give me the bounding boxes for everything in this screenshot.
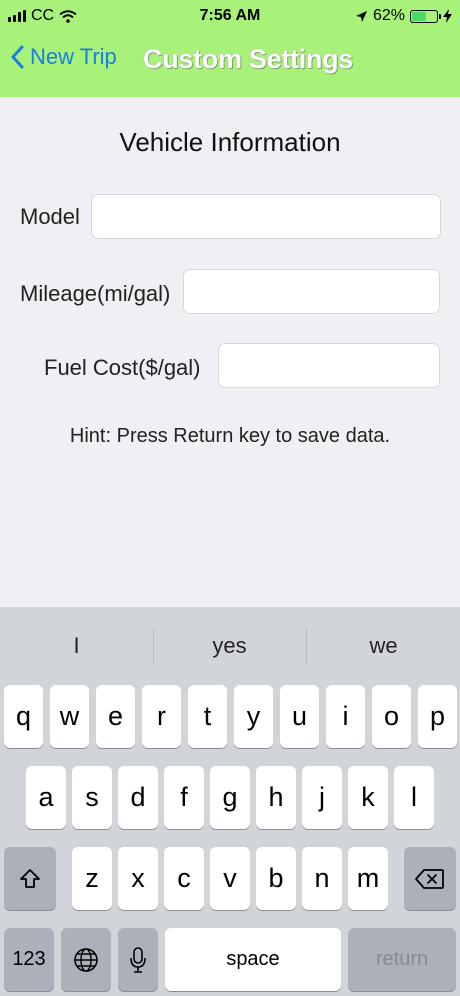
key-h[interactable]: h <box>256 766 296 829</box>
key-m[interactable]: m <box>348 847 388 910</box>
key-a[interactable]: a <box>26 766 66 829</box>
charging-bolt-icon <box>443 9 452 23</box>
form-title: Vehicle Information <box>119 127 341 157</box>
battery-icon <box>410 9 441 23</box>
back-button[interactable]: New Trip <box>10 44 117 70</box>
shift-key[interactable] <box>4 847 56 910</box>
globe-key[interactable] <box>61 928 111 991</box>
numbers-key[interactable]: 123 <box>4 928 54 991</box>
location-arrow-icon <box>355 10 367 22</box>
hint-text: Hint: Press Return key to save data. <box>69 425 391 447</box>
key-f[interactable]: f <box>164 766 204 829</box>
navigation-bar: New Trip Custom Settings <box>0 38 460 88</box>
fuel-cost-label: Fuel Cost($/gal) <box>44 355 201 380</box>
key-j[interactable]: j <box>302 766 342 829</box>
keyboard: I yes we q w e r t y u i o p a s d f g h… <box>0 607 460 996</box>
suggestion-bar: I yes we <box>0 607 460 684</box>
key-b[interactable]: b <box>256 847 296 910</box>
key-i[interactable]: i <box>326 685 365 748</box>
suggestion-1[interactable]: I <box>0 633 153 659</box>
key-x[interactable]: x <box>118 847 158 910</box>
key-r[interactable]: r <box>142 685 181 748</box>
key-w[interactable]: w <box>50 685 89 748</box>
suggestion-3[interactable]: we <box>307 633 460 659</box>
key-v[interactable]: v <box>210 847 250 910</box>
dictation-key[interactable] <box>118 928 158 991</box>
key-g[interactable]: g <box>210 766 250 829</box>
key-o[interactable]: o <box>372 685 411 748</box>
key-z[interactable]: z <box>72 847 112 910</box>
model-label: Model <box>20 204 80 229</box>
key-k[interactable]: k <box>348 766 388 829</box>
microphone-icon <box>130 946 146 973</box>
status-right: 62% <box>355 7 452 25</box>
key-p[interactable]: p <box>418 685 457 748</box>
model-input[interactable] <box>92 195 440 238</box>
key-d[interactable]: d <box>118 766 158 829</box>
key-n[interactable]: n <box>302 847 342 910</box>
globe-icon <box>74 947 98 972</box>
chevron-left-icon <box>11 45 24 69</box>
back-button-label: New Trip <box>30 44 117 69</box>
key-q[interactable]: q <box>4 685 43 748</box>
key-t[interactable]: t <box>188 685 227 748</box>
model-field[interactable] <box>91 194 441 239</box>
key-y[interactable]: y <box>234 685 273 748</box>
key-c[interactable]: c <box>164 847 204 910</box>
key-s[interactable]: s <box>72 766 112 829</box>
return-key[interactable]: return <box>348 928 456 991</box>
mileage-field[interactable] <box>183 269 440 314</box>
key-l[interactable]: l <box>394 766 434 829</box>
header-bar: CC 7:56 AM 62% New Trip Custom Settings <box>0 0 460 97</box>
mileage-input[interactable] <box>184 270 439 313</box>
suggestion-2[interactable]: yes <box>153 633 306 659</box>
shift-icon <box>20 868 40 888</box>
fuel-cost-input[interactable] <box>219 344 439 387</box>
status-bar: CC 7:56 AM 62% <box>0 0 460 34</box>
key-e[interactable]: e <box>96 685 135 748</box>
battery-percent: 62% <box>372 7 405 24</box>
space-key[interactable]: space <box>165 928 341 991</box>
backspace-icon <box>415 868 444 889</box>
fuel-cost-field[interactable] <box>218 343 440 388</box>
delete-key[interactable] <box>404 847 456 910</box>
mileage-label: Mileage(mi/gal) <box>20 281 171 306</box>
key-u[interactable]: u <box>280 685 319 748</box>
page-title: Custom Settings <box>143 44 354 74</box>
